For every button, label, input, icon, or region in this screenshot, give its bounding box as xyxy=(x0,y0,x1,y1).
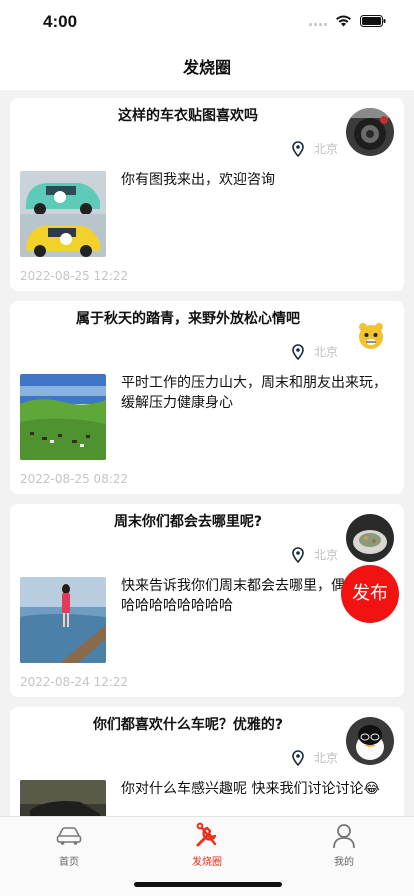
status-icons xyxy=(309,15,386,27)
avatar[interactable] xyxy=(346,514,394,562)
post-description: 你对什么车感兴趣呢 快来我们讨论讨论😂 xyxy=(121,781,380,797)
tab-fever-circle[interactable]: 发烧圈 xyxy=(157,822,257,868)
page-title: 发烧圈 xyxy=(182,58,231,77)
post-title: 属于秋天的踏青，来野外放松心情吧 xyxy=(76,311,300,327)
location: 北京 xyxy=(292,749,338,766)
wrench-icon xyxy=(196,822,217,847)
person-icon xyxy=(333,824,355,849)
post-time: 2022-08-25 08:22 xyxy=(20,472,129,486)
location-text: 北京 xyxy=(314,751,339,765)
tab-label: 首页 xyxy=(59,857,79,868)
post-image[interactable] xyxy=(20,577,106,663)
location-pin-icon xyxy=(292,140,304,157)
nav-bar: 发烧圈 xyxy=(0,48,414,90)
location-text: 北京 xyxy=(314,142,339,156)
location-text: 北京 xyxy=(314,345,339,359)
location: 北京 xyxy=(292,140,338,157)
post-card[interactable]: 属于秋天的踏青，来野外放松心情吧 北京 平时工作的压力山大，周末和朋友出来玩，缓… xyxy=(10,301,404,494)
signal-icon xyxy=(309,16,327,26)
post-image[interactable] xyxy=(20,374,106,460)
post-title: 你们都喜欢什么车呢？优雅的? xyxy=(92,717,284,733)
location-text: 北京 xyxy=(314,548,339,562)
post-image[interactable] xyxy=(20,780,106,816)
post-time: 2022-08-24 12:22 xyxy=(20,675,129,689)
tab-label: 发烧圈 xyxy=(192,857,222,868)
status-bar: 4:00 xyxy=(0,0,414,48)
post-feed[interactable]: 这样的车衣贴图喜欢吗 北京 你有图我来出，欢迎咨询 2022-08-25 12:… xyxy=(0,90,414,816)
status-time: 4:00 xyxy=(43,12,78,31)
publish-button[interactable]: 发布 xyxy=(341,565,399,623)
post-title: 这样的车衣贴图喜欢吗 xyxy=(118,108,258,124)
tab-label: 我的 xyxy=(334,857,354,868)
home-indicator[interactable] xyxy=(134,882,282,887)
location-pin-icon xyxy=(292,749,304,766)
location-pin-icon xyxy=(292,546,304,563)
post-time: 2022-08-25 12:22 xyxy=(20,269,129,283)
post-card[interactable]: 你们都喜欢什么车呢？优雅的? 北京 你对什么车感兴趣呢 快来我们讨论讨论😂 xyxy=(10,707,404,816)
battery-icon xyxy=(360,15,386,27)
avatar[interactable] xyxy=(346,108,394,156)
wifi-icon xyxy=(335,15,352,27)
post-image[interactable] xyxy=(20,171,106,257)
location: 北京 xyxy=(292,546,338,563)
avatar[interactable] xyxy=(356,321,386,351)
tab-profile[interactable]: 我的 xyxy=(294,822,394,868)
post-card[interactable]: 这样的车衣贴图喜欢吗 北京 你有图我来出，欢迎咨询 2022-08-25 12:… xyxy=(10,98,404,291)
location: 北京 xyxy=(292,343,338,360)
post-title: 周末你们都会去哪里呢? xyxy=(113,514,263,530)
tab-home[interactable]: 首页 xyxy=(19,822,119,868)
location-pin-icon xyxy=(292,343,304,360)
post-description: 你有图我来出，欢迎咨询 xyxy=(121,172,275,188)
car-icon xyxy=(56,827,82,845)
post-description: 平时工作的压力山大，周末和朋友出来玩，缓解压力健康身心 xyxy=(121,375,387,411)
avatar[interactable] xyxy=(346,717,394,765)
